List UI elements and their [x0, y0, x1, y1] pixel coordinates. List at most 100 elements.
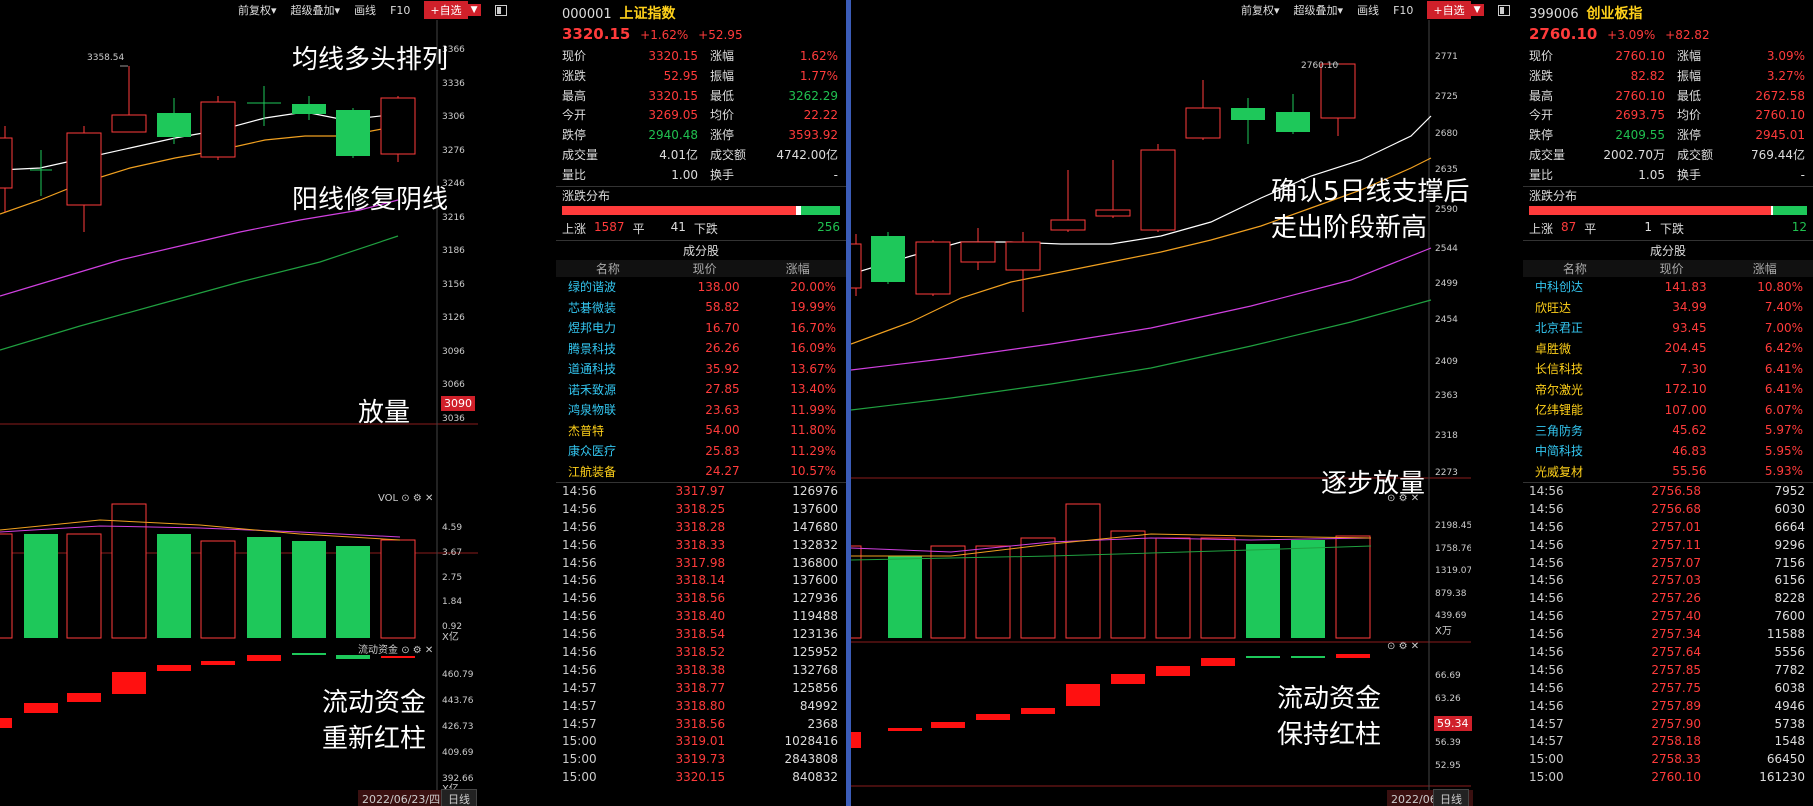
tick-time: 14:56: [1529, 555, 1564, 570]
tick-time: 14:56: [562, 609, 597, 624]
period-button[interactable]: 日线: [441, 789, 477, 806]
component-row[interactable]: 卓胜微 204.45 6.42%: [1523, 338, 1813, 359]
down-count: 12: [1791, 219, 1807, 234]
component-name: 江航装备: [568, 464, 617, 479]
component-name: 腾景科技: [568, 341, 617, 356]
index-chg: +82.82: [1665, 28, 1710, 42]
candle: [30, 150, 52, 196]
tick-time: 14:56: [562, 627, 597, 642]
axis-tick: 3156: [442, 280, 465, 290]
component-row[interactable]: 鸿泉物联 23.63 11.99%: [556, 400, 846, 421]
component-row[interactable]: 欣旺达 34.99 7.40%: [1523, 297, 1813, 318]
col-pct[interactable]: 涨幅: [1716, 259, 1813, 277]
component-name: 芯碁微装: [568, 300, 617, 315]
component-row[interactable]: 中科创达 141.83 10.80%: [1523, 277, 1813, 298]
stats-grid: 现价 3320.15 涨幅 1.62% 涨跌 52.95 振幅 1.77% 最高 3320.15 最…: [556, 47, 846, 186]
component-row[interactable]: 绿的谐波 138.00 20.00%: [556, 277, 846, 298]
tick-price: 2757.85: [1651, 662, 1701, 677]
annotation-flow-line1: 流动资金: [322, 688, 427, 718]
component-row[interactable]: 康众医疗 25.83 11.29%: [556, 441, 846, 462]
annotation-ma-bullish: 均线多头排列: [292, 45, 449, 75]
stat-value: 3593.92: [788, 128, 838, 143]
col-pct[interactable]: 涨幅: [749, 259, 846, 277]
component-price: 141.83: [1664, 279, 1707, 294]
stat-label: 涨停: [1677, 128, 1702, 143]
component-row[interactable]: 光威复材 55.56 5.93%: [1523, 461, 1813, 482]
stat-label: 最高: [1529, 88, 1554, 103]
vol-axis-tick: 2.75: [442, 573, 462, 583]
close-icon[interactable]: ✕: [425, 645, 433, 656]
stat-value: 3.09%: [1766, 49, 1805, 63]
flow-controls: ⊙ ⚙ ✕: [1387, 641, 1419, 652]
index-chg: +52.95: [698, 28, 743, 42]
left-kline-chart[interactable]: 3358.54 3366 3336 3306 3276 3246 3216 31…: [0, 0, 560, 806]
component-row[interactable]: 杰普特 54.00 11.80%: [556, 420, 846, 441]
component-name: 帝尔激光: [1535, 382, 1584, 397]
tick-price: 3319.73: [675, 752, 726, 767]
component-name: 欣旺达: [1535, 300, 1572, 315]
gear-icon[interactable]: ⚙: [413, 645, 422, 656]
component-row[interactable]: 中简科技 46.83 5.95%: [1523, 441, 1813, 462]
tick-volume: 119488: [792, 609, 838, 624]
component-price: 7.30: [1679, 361, 1707, 376]
stat-value: 3320.15: [648, 49, 698, 63]
close-icon[interactable]: ✕: [425, 493, 433, 504]
settings-icon[interactable]: ⊙: [401, 645, 409, 656]
tick-row: 14:56 3318.28 147680: [556, 518, 846, 536]
component-row[interactable]: 诺禾致源 27.85 13.40%: [556, 379, 846, 400]
gear-icon[interactable]: ⚙: [1399, 641, 1408, 652]
tick-row: 14:57 2757.90 5738: [1523, 715, 1813, 733]
axis-tick: 2273: [1435, 468, 1458, 478]
component-row[interactable]: 腾景科技 26.26 16.09%: [556, 338, 846, 359]
component-pct: 11.80%: [790, 423, 836, 438]
component-row[interactable]: 道通科技 35.92 13.67%: [556, 359, 846, 380]
tick-time: 14:56: [1529, 519, 1564, 534]
index-pct: +1.62%: [640, 28, 689, 42]
tick-row: 14:57 3318.56 2368: [556, 715, 846, 733]
tick-row: 14:56 2757.64 5556: [1523, 643, 1813, 661]
window-layout-icon[interactable]: [1497, 4, 1510, 16]
candle: [247, 86, 281, 126]
component-price: 35.92: [705, 361, 740, 376]
annotation-flow: 流动资金 重新红柱: [322, 685, 426, 757]
component-row[interactable]: 三角防务 45.62 5.97%: [1523, 420, 1813, 441]
add-watchlist-dropdown-icon[interactable]: ▼: [1470, 4, 1484, 16]
component-row[interactable]: 亿纬锂能 107.00 6.07%: [1523, 400, 1813, 421]
tick-time: 15:00: [562, 734, 597, 749]
stat-label: 涨跌: [562, 68, 587, 83]
component-price: 46.83: [1672, 443, 1707, 458]
tick-time: 14:57: [1529, 716, 1564, 731]
component-row[interactable]: 北京君正 93.45 7.00%: [1523, 318, 1813, 339]
settings-icon[interactable]: ⊙: [401, 493, 409, 504]
period-button[interactable]: 日线: [1433, 789, 1469, 806]
tick-volume: 147680: [792, 519, 838, 534]
candle: [1050, 170, 1086, 232]
col-price[interactable]: 现价: [1626, 259, 1717, 277]
tick-row: 14:56 3317.98 136800: [556, 554, 846, 572]
tick-volume: 137600: [792, 501, 838, 516]
col-price[interactable]: 现价: [659, 259, 750, 277]
col-name[interactable]: 名称: [556, 259, 660, 277]
candle: [1320, 63, 1356, 136]
annotation-yang-repair: 阳线修复阴线: [292, 185, 449, 215]
index-name: 创业板指: [1586, 6, 1643, 22]
component-row[interactable]: 帝尔激光 172.10 6.41%: [1523, 379, 1813, 400]
component-pct: 19.99%: [790, 300, 836, 315]
component-price: 138.00: [697, 279, 740, 294]
tick-row: 14:56 3318.33 132832: [556, 536, 846, 554]
component-row[interactable]: 煜邦电力 16.70 16.70%: [556, 318, 846, 339]
component-row[interactable]: 江航装备 24.27 10.57%: [556, 461, 846, 482]
tick-time: 14:56: [1529, 609, 1564, 624]
component-price: 16.70: [705, 320, 740, 335]
close-icon[interactable]: ✕: [1411, 641, 1419, 652]
gear-icon[interactable]: ⚙: [413, 493, 422, 504]
tick-row: 14:56 3318.25 137600: [556, 500, 846, 518]
left-quote-panel: 000001 上证指数 3320.15 +1.62% +52.95 现价 3320…: [556, 0, 846, 806]
tick-price: 3318.52: [675, 645, 726, 660]
tick-price: 2757.03: [1651, 573, 1701, 588]
component-row[interactable]: 芯碁微装 58.82 19.99%: [556, 297, 846, 318]
settings-icon[interactable]: ⊙: [1387, 641, 1395, 652]
col-name[interactable]: 名称: [1523, 259, 1627, 277]
component-pct: 16.70%: [790, 320, 836, 335]
component-row[interactable]: 长信科技 7.30 6.41%: [1523, 359, 1813, 380]
